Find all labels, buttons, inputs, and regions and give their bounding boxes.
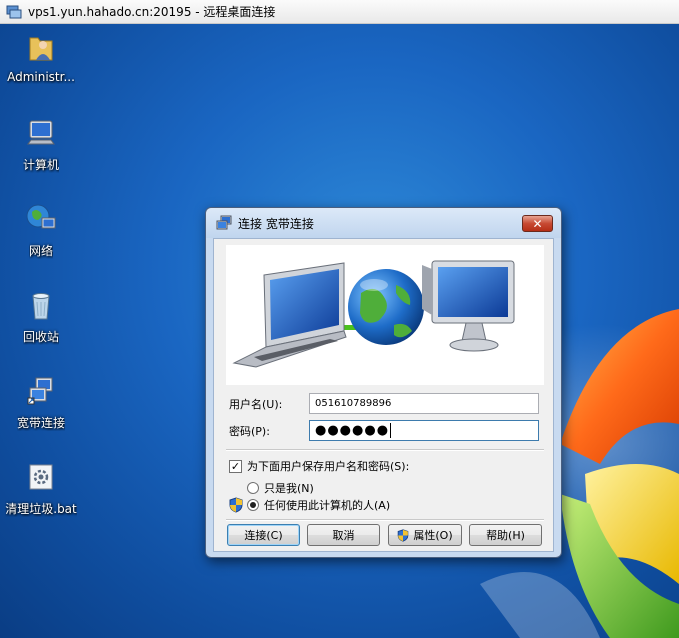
- option-label: 任何使用此计算机的人(A): [264, 499, 391, 512]
- window-title: vps1.yun.hahado.cn:20195 - 远程桌面连接: [28, 5, 276, 19]
- password-value: ●●●●●●: [315, 423, 390, 438]
- option-label: 只是我(N): [264, 482, 314, 495]
- username-row: 用户名(U): 051610789896: [229, 393, 539, 414]
- password-label: 密码(P):: [229, 424, 270, 438]
- connect-dialog: 连接 宽带连接 ✕ 用户名(U): 051610789896 密码(P): ●●…: [205, 207, 562, 558]
- radio-anyone[interactable]: [247, 499, 259, 511]
- desktop-icon-label: 网络: [28, 244, 53, 258]
- dialog-title: 连接 宽带连接: [238, 216, 314, 231]
- connection-illustration: [232, 260, 515, 368]
- save-credentials-row[interactable]: ✓ 为下面用户保存用户名和密码(S):: [229, 458, 409, 474]
- option-anyone[interactable]: 任何使用此计算机的人(A): [229, 497, 390, 513]
- option-only-me[interactable]: 只是我(N): [247, 480, 314, 496]
- close-button[interactable]: ✕: [522, 215, 553, 232]
- properties-button[interactable]: 属性(O): [388, 524, 462, 546]
- separator: [226, 519, 544, 521]
- recycle-bin-icon: [24, 288, 58, 322]
- batch-file-icon: [24, 460, 58, 494]
- desktop-icon-network[interactable]: 网络: [3, 202, 79, 259]
- properties-label: 属性(O): [413, 529, 453, 542]
- password-input[interactable]: ●●●●●●: [309, 420, 539, 441]
- desktop-icon-broadband[interactable]: 宽带连接: [3, 374, 79, 431]
- remote-desktop-icon: [6, 4, 22, 20]
- password-row: 密码(P): ●●●●●●: [229, 420, 539, 441]
- text-caret: [390, 423, 392, 438]
- uac-shield-icon: [229, 497, 243, 513]
- help-button[interactable]: 帮助(H): [469, 524, 542, 546]
- desktop-icon-administrator[interactable]: Administr...: [3, 30, 79, 84]
- desktop-icon-batch-file[interactable]: 清理垃圾.bat: [3, 460, 79, 517]
- separator: [226, 449, 544, 451]
- save-credentials-checkbox[interactable]: ✓: [229, 459, 242, 473]
- radio-only-me[interactable]: [247, 482, 259, 494]
- desktop-icon-label: Administr...: [7, 70, 75, 84]
- desktop-icon-computer[interactable]: 计算机: [3, 116, 79, 173]
- connect-button[interactable]: 连接(C): [227, 524, 300, 546]
- user-folder-icon: [24, 30, 58, 64]
- dialog-title-bar[interactable]: 连接 宽带连接 ✕: [206, 208, 561, 238]
- desktop-icon-label: 宽带连接: [16, 416, 65, 430]
- network-icon: [24, 202, 58, 236]
- desktop-icon-label: 清理垃圾.bat: [5, 502, 77, 516]
- broadband-connection-icon: [24, 374, 58, 408]
- desktop-icon-recycle-bin[interactable]: 回收站: [3, 288, 79, 345]
- desktop-icon-label: 计算机: [22, 158, 59, 172]
- desktop-icon-label: 回收站: [22, 330, 59, 344]
- connection-icon: [216, 215, 232, 230]
- uac-shield-icon: [398, 528, 409, 542]
- rdp-title-bar[interactable]: vps1.yun.hahado.cn:20195 - 远程桌面连接: [0, 0, 679, 24]
- computer-icon: [24, 116, 58, 150]
- cancel-button[interactable]: 取消: [307, 524, 380, 546]
- save-credentials-label: 为下面用户保存用户名和密码(S):: [247, 460, 410, 473]
- dialog-body: 用户名(U): 051610789896 密码(P): ●●●●●● ✓ 为下面…: [213, 238, 554, 552]
- username-label: 用户名(U):: [229, 397, 283, 411]
- connection-banner: [226, 245, 544, 385]
- username-input[interactable]: 051610789896: [309, 393, 539, 414]
